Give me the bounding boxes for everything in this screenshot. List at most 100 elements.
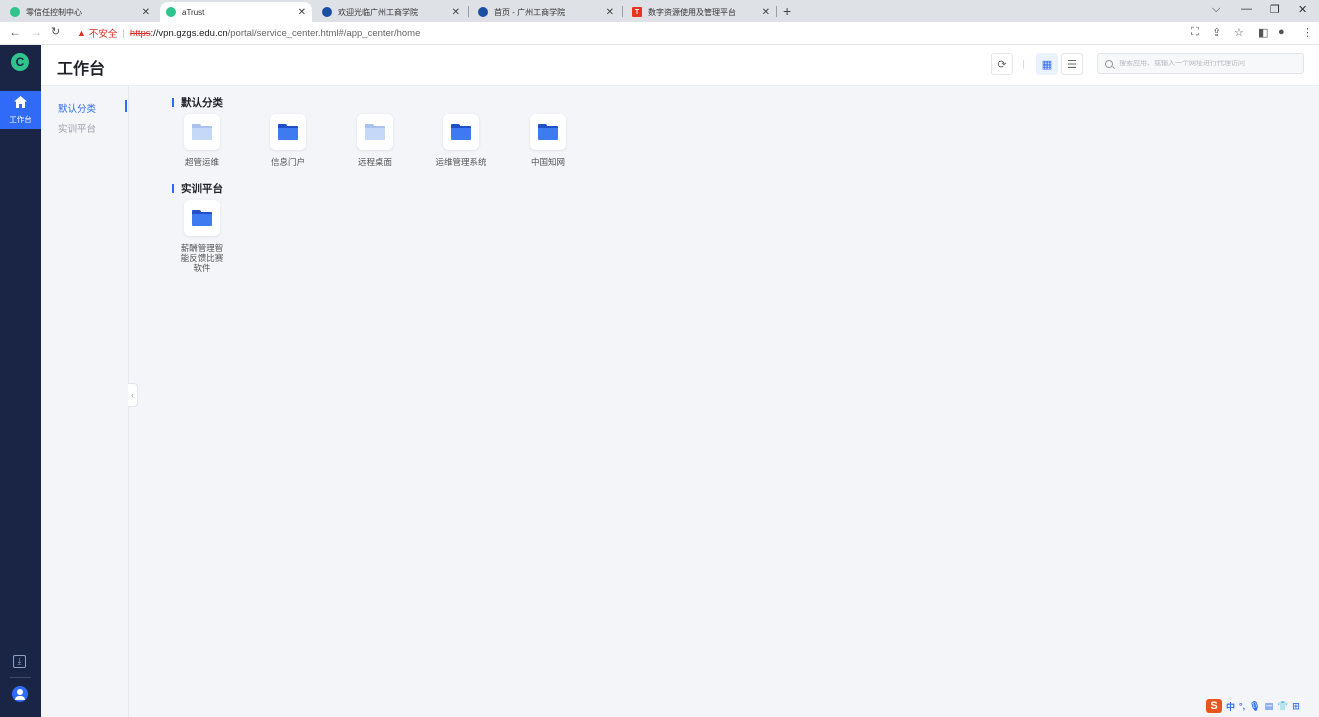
more-menu-icon[interactable]: ⋮ xyxy=(1302,26,1313,39)
app-tile[interactable] xyxy=(270,114,306,150)
category-nav-item-training[interactable]: 实训平台 xyxy=(58,121,96,135)
new-tab-button[interactable]: + xyxy=(783,2,791,20)
share-icon[interactable]: ⇪ xyxy=(1212,26,1221,39)
close-icon[interactable]: ✕ xyxy=(606,7,614,18)
window-close-icon[interactable]: ✕ xyxy=(1298,3,1307,16)
folder-icon xyxy=(451,124,471,140)
app-item[interactable]: 信息门户 xyxy=(248,114,328,167)
sogou-icon[interactable]: S xyxy=(1206,699,1222,713)
section-title-default: 默认分类 xyxy=(172,95,223,110)
close-icon[interactable]: ✕ xyxy=(142,7,150,18)
profile-icon[interactable]: ● xyxy=(1278,26,1285,38)
refresh-button[interactable]: ⟳ xyxy=(991,53,1013,75)
search-box[interactable] xyxy=(1097,53,1304,74)
chevron-left-icon: ‹ xyxy=(131,390,134,400)
tab-divider xyxy=(776,6,777,17)
app-item[interactable]: 运维管理系统 xyxy=(421,114,501,167)
section-title-training: 实训平台 xyxy=(172,181,223,196)
close-icon[interactable]: ✕ xyxy=(452,7,460,18)
browser-tab[interactable]: 零信任控制中心 ✕ xyxy=(4,2,156,22)
app-tile[interactable] xyxy=(443,114,479,150)
app-item[interactable]: 中国知网 xyxy=(508,114,588,167)
section-title-text: 默认分类 xyxy=(181,97,223,109)
url-host: ://vpn.gzgs.edu.cn xyxy=(150,27,228,39)
main-content: 默认分类 实训平台 ‹ 默认分类 超管运维 信息门户 远程桌面 运维管理系统 中… xyxy=(41,86,1319,717)
section-marker xyxy=(172,98,174,107)
app-tile[interactable] xyxy=(530,114,566,150)
url-path: /portal/service_center.html#/app_center/… xyxy=(227,27,421,39)
browser-tab-bar: 零信任控制中心 ✕ aTrust ✕ 欢迎光临广州工商学院 ✕ 首页 - 广州工… xyxy=(0,0,1319,22)
divider xyxy=(10,677,31,678)
ime-mode[interactable]: 中 xyxy=(1226,700,1235,713)
ime-toolbar: S 中 °, 🎙 ▤ 👕 ⊞ xyxy=(1206,698,1300,714)
app-name: 中国知网 xyxy=(530,157,565,167)
user-avatar-icon[interactable] xyxy=(12,686,28,702)
school-favicon-icon xyxy=(322,7,332,17)
url-scheme: https xyxy=(129,27,151,39)
home-icon xyxy=(14,96,27,108)
app-name: 超管运维 xyxy=(184,157,219,167)
translate-icon[interactable]: ⛶ xyxy=(1191,26,1199,39)
folder-icon xyxy=(538,124,558,140)
warning-icon: ▲ xyxy=(77,28,86,38)
app-name: 信息门户 xyxy=(270,157,305,167)
app-sidebar: C 工作台 ⤓ xyxy=(0,45,41,717)
close-icon[interactable]: ✕ xyxy=(762,7,770,18)
page-header: 工作台 ⟳ ▦ ☰ xyxy=(41,45,1319,86)
tab-title: 数字资源使用及管理平台 xyxy=(648,7,736,17)
browser-tab[interactable]: 欢迎光临广州工商学院 ✕ xyxy=(316,2,466,22)
app-tile[interactable] xyxy=(184,200,220,236)
app-item[interactable]: 超管运维 xyxy=(162,114,242,167)
tab-search-icon[interactable]: ⌵ xyxy=(1212,3,1220,16)
folder-icon xyxy=(278,124,298,140)
browser-tab[interactable]: 首页 - 广州工商学院 ✕ xyxy=(472,2,620,22)
sidebar-item-workbench[interactable]: 工作台 xyxy=(0,91,41,129)
address-bar: ← → ↻ ▲ 不安全 | https://vpn.gzgs.edu.cn/po… xyxy=(0,22,1319,45)
app-name: 远程桌面 xyxy=(357,157,392,167)
collapse-nav-button[interactable]: ‹ xyxy=(128,383,138,407)
download-icon[interactable]: ⤓ xyxy=(13,655,26,668)
keyboard-icon[interactable]: ▤ xyxy=(1265,701,1274,712)
tab-title: aTrust xyxy=(182,7,205,17)
search-input[interactable] xyxy=(1119,60,1299,67)
url-divider: | xyxy=(122,27,125,39)
list-view-button[interactable]: ☰ xyxy=(1061,53,1083,75)
section-title-text: 实训平台 xyxy=(181,183,223,195)
shield-favicon-icon xyxy=(10,7,20,17)
list-icon: ☰ xyxy=(1067,58,1077,71)
logo-icon: C xyxy=(11,53,29,71)
reload-icon[interactable]: ↻ xyxy=(51,25,60,38)
url-field[interactable]: ▲ 不安全 | https://vpn.gzgs.edu.cn/portal/s… xyxy=(77,26,421,41)
forward-icon[interactable]: → xyxy=(30,25,42,39)
folder-icon xyxy=(192,124,212,140)
app-item[interactable]: 薪酬管理智能反馈比赛软件 xyxy=(162,200,242,273)
microphone-icon[interactable]: 🎙 xyxy=(1249,701,1260,712)
minimize-icon[interactable]: — xyxy=(1241,3,1252,15)
section-marker xyxy=(172,184,174,193)
grid-icon: ▦ xyxy=(1041,58,1053,71)
browser-tab-active[interactable]: aTrust ✕ xyxy=(160,2,312,22)
back-icon[interactable]: ← xyxy=(9,25,21,39)
skin-icon[interactable]: 👕 xyxy=(1277,701,1288,712)
category-nav: 默认分类 实训平台 xyxy=(41,86,129,717)
browser-tab[interactable]: T 数字资源使用及管理平台 ✕ xyxy=(626,2,776,22)
app-tile[interactable] xyxy=(184,114,220,150)
search-icon xyxy=(1105,59,1113,68)
restore-icon[interactable]: ❐ xyxy=(1270,3,1280,16)
security-label: 不安全 xyxy=(88,29,118,40)
folder-icon xyxy=(365,124,385,140)
category-nav-item-default[interactable]: 默认分类 xyxy=(58,101,96,115)
side-panel-icon[interactable]: ◧ xyxy=(1258,26,1268,39)
tab-title: 零信任控制中心 xyxy=(26,7,82,17)
toolbox-icon[interactable]: ⊞ xyxy=(1292,701,1300,712)
bookmark-star-icon[interactable]: ☆ xyxy=(1234,26,1244,39)
grid-view-button[interactable]: ▦ xyxy=(1036,53,1058,75)
close-icon[interactable]: ✕ xyxy=(298,7,306,18)
punctuation-icon[interactable]: °, xyxy=(1239,701,1245,711)
app-tile[interactable] xyxy=(357,114,393,150)
app-item[interactable]: 远程桌面 xyxy=(335,114,415,167)
app-name: 运维管理系统 xyxy=(435,157,487,167)
sidebar-item-label: 工作台 xyxy=(9,115,32,124)
tab-divider xyxy=(468,6,469,17)
school-favicon-icon xyxy=(478,7,488,17)
